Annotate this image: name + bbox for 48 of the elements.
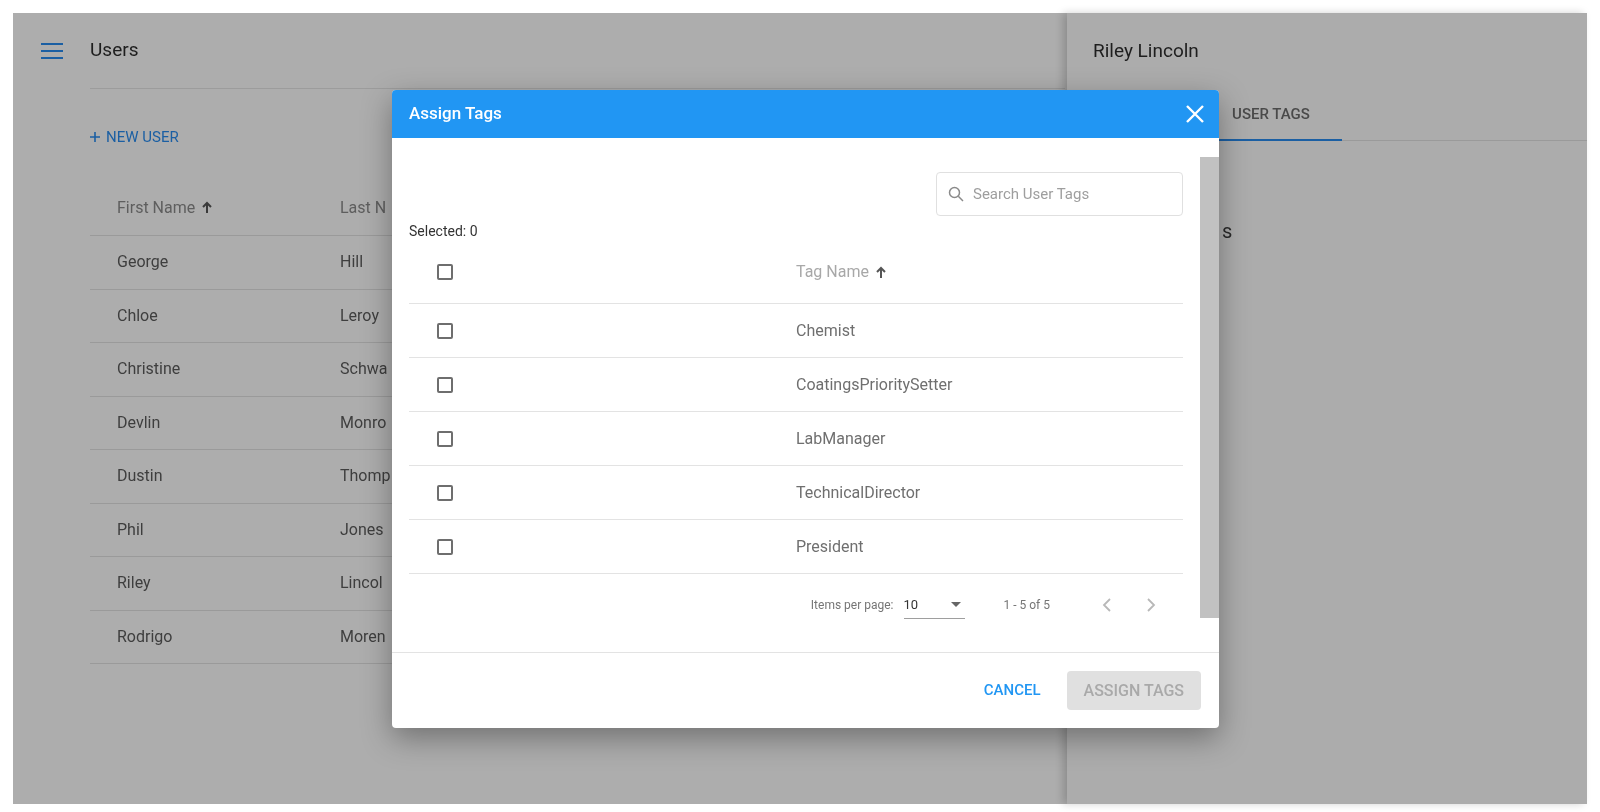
checkbox[interactable] (437, 430, 453, 447)
table-cell-text: LabManager (796, 427, 886, 450)
table-cell: Riley (117, 573, 151, 593)
search-icon (948, 186, 964, 202)
page-size-select[interactable]: 10 (903, 591, 965, 619)
items-per-page-label: Items per page: (810, 597, 894, 614)
dialog-title: Assign Tags (409, 102, 502, 126)
column-header[interactable]: First Name (117, 195, 196, 220)
table-cell-text: Schwa (340, 358, 388, 381)
scrollbar[interactable] (1200, 157, 1219, 618)
cancel-button[interactable]: CANCEL (967, 671, 1057, 710)
table-cell: Phil (117, 519, 144, 539)
table-cell: Chloe (117, 305, 158, 325)
checkbox[interactable] (437, 484, 453, 501)
table-cell-text: Leroy (340, 304, 379, 327)
table-cell: Dustin (117, 466, 163, 486)
column-header[interactable]: Tag Name (796, 260, 869, 284)
section-heading: s (1222, 219, 1233, 243)
page-title: Users (90, 37, 139, 64)
table-cell: Devlin (117, 412, 161, 432)
table-cell: Rodrigo (117, 626, 173, 646)
menu-icon[interactable] (41, 43, 63, 59)
checkbox[interactable] (437, 376, 453, 393)
plus-icon (90, 132, 100, 142)
checkbox[interactable] (437, 322, 453, 339)
table-cell-text: Jones (340, 518, 384, 541)
panel-title: Riley Lincoln (1093, 37, 1199, 64)
dropdown-arrow-icon (950, 602, 961, 607)
table-cell-text: Thomp (340, 465, 391, 488)
table-cell-text: Hill (340, 251, 364, 274)
table-cell-text: CoatingsPrioritySetter (796, 373, 953, 396)
chevron-left-icon (1102, 597, 1112, 613)
table-cell: George (117, 252, 169, 272)
search-field[interactable]: Search User Tags (936, 172, 1183, 216)
table-cell-text: TechnicalDirector (796, 481, 921, 504)
page-range: 1 - 5 of 5 (1003, 597, 1050, 614)
checkbox[interactable] (437, 538, 453, 555)
selected-count: Selected: 0 (409, 221, 478, 241)
checkbox[interactable] (437, 264, 453, 280)
table-cell-text: Moren (340, 625, 386, 648)
column-header[interactable]: Last N (340, 195, 387, 220)
table-cell-text: President (796, 535, 864, 558)
table-cell-text: Lincol (340, 572, 383, 595)
table-cell: Christine (117, 359, 181, 379)
chevron-right-icon (1146, 597, 1156, 613)
table-cell-text: Monro (340, 411, 387, 434)
new-user-button[interactable]: NEW USER (90, 119, 179, 155)
table-cell-text: Chemist (796, 319, 856, 342)
